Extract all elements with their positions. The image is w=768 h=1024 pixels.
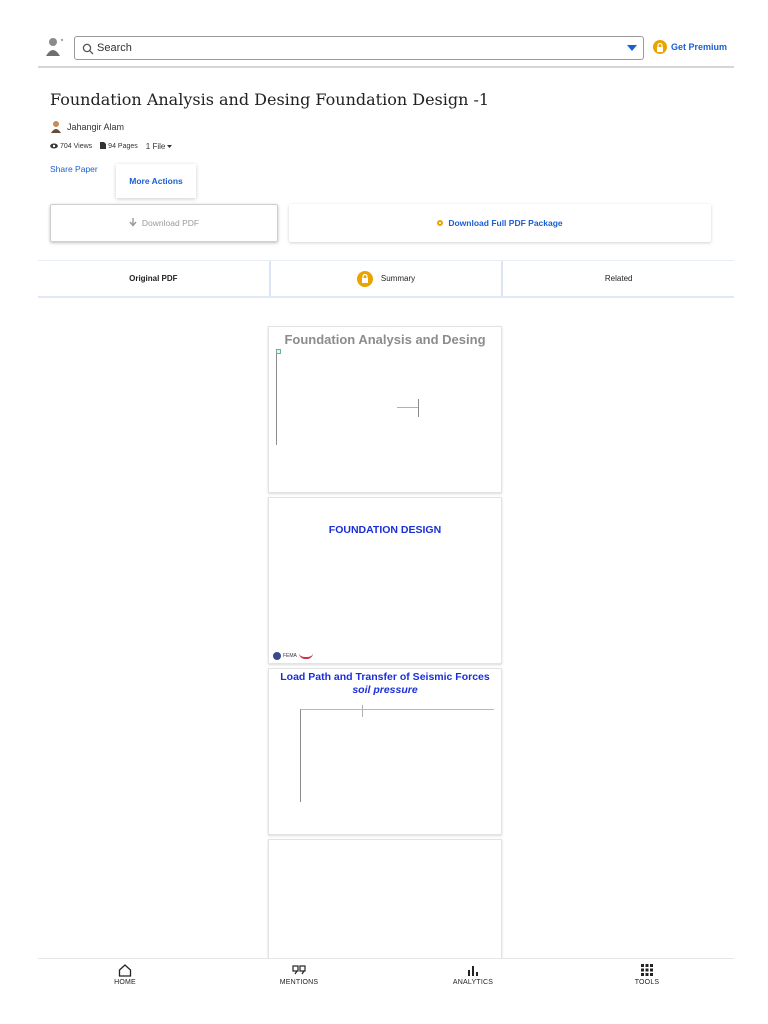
get-premium-button[interactable]: Get Premium (653, 40, 727, 54)
home-icon (118, 963, 132, 977)
search-input[interactable] (97, 39, 617, 57)
nav-analytics-label: ANALYTICS (452, 979, 494, 986)
broken-image-placeholder (300, 709, 494, 802)
page-mark (362, 705, 363, 717)
author-avatar (50, 120, 62, 133)
more-actions-button[interactable]: More Actions (116, 164, 196, 198)
download-full-package-button[interactable]: Download Full PDF Package (289, 204, 711, 242)
tab-summary-label: Summary (380, 274, 416, 283)
quote-icon (292, 963, 306, 977)
pdf-page-4[interactable] (268, 839, 502, 969)
nav-mentions-label: MENTIONS (279, 979, 319, 986)
share-paper-link[interactable]: Share Paper (50, 164, 98, 174)
lock-icon (356, 270, 373, 287)
caret-down-icon (167, 142, 173, 151)
nav-home[interactable]: HOME (38, 959, 212, 998)
top-bar: Get Premium (38, 30, 734, 68)
pdf-page-2[interactable]: FOUNDATION DESIGN FEMA (268, 497, 502, 664)
pages-count: 94 Pages (100, 142, 138, 151)
bar-chart-icon (466, 963, 480, 977)
pdf-page-3-heading: Load Path and Transfer of Seismic Forces (280, 671, 490, 683)
paper-meta: 704 Views 94 Pages 1 File (50, 142, 173, 151)
eye-icon (50, 143, 58, 151)
grid-icon (640, 963, 654, 977)
tab-original-pdf[interactable]: Original PDF (38, 261, 269, 296)
author-name[interactable]: Jahangir Alam (67, 122, 124, 132)
pdf-page-3-title: Load Path and Transfer of Seismic Forces… (269, 671, 501, 697)
swoosh-icon (298, 653, 313, 659)
download-pdf-label: Download PDF (141, 218, 200, 228)
pdf-page-3-subheading: soil pressure (352, 684, 418, 696)
page-mark (418, 399, 419, 417)
tab-related-label: Related (604, 274, 633, 283)
premium-dot-icon (437, 220, 444, 226)
nav-mentions[interactable]: MENTIONS (212, 959, 386, 998)
broken-image-placeholder (276, 349, 278, 445)
bottom-nav: HOME MENTIONS ANALYTICS TOOLS (38, 958, 734, 998)
files-dropdown[interactable]: 1 File (146, 142, 173, 151)
content-tabs: Original PDF Summary Related (38, 260, 734, 298)
fema-logo-text: FEMA (283, 653, 297, 659)
broken-image-icon (276, 349, 281, 354)
search-bar[interactable] (74, 36, 644, 60)
page-mark (397, 407, 419, 408)
nav-home-label: HOME (114, 979, 136, 986)
fema-logo: FEMA (273, 652, 313, 660)
download-pdf-button[interactable]: Download PDF (50, 204, 278, 242)
pdf-page-2-title: FOUNDATION DESIGN (328, 524, 442, 536)
download-package-label: Download Full PDF Package (448, 218, 563, 228)
author-row[interactable]: Jahangir Alam (50, 120, 124, 133)
tab-related[interactable]: Related (503, 261, 734, 296)
search-icon (82, 42, 94, 55)
document-icon (100, 142, 107, 151)
paper-title: Foundation Analysis and Desing Foundatio… (50, 90, 490, 109)
get-premium-label: Get Premium (671, 42, 728, 52)
pdf-page-1-title: Foundation Analysis and Desing (284, 332, 486, 347)
lock-icon (653, 40, 667, 54)
pdf-page-1[interactable]: Foundation Analysis and Desing (268, 326, 502, 493)
files-label: 1 File (145, 142, 166, 151)
nav-tools[interactable]: TOOLS (560, 959, 734, 998)
search-scope-dropdown-icon[interactable] (627, 45, 637, 51)
tab-original-pdf-label: Original PDF (129, 274, 178, 283)
seal-icon (273, 652, 281, 660)
tab-summary[interactable]: Summary (268, 261, 504, 296)
download-arrow-icon (129, 217, 137, 229)
pages-label: 94 Pages (108, 143, 138, 150)
user-avatar[interactable] (44, 36, 66, 58)
views-count: 704 Views (50, 143, 92, 151)
pdf-page-3[interactable]: Load Path and Transfer of Seismic Forces… (268, 668, 502, 835)
views-label: 704 Views (60, 143, 93, 150)
nav-analytics[interactable]: ANALYTICS (386, 959, 560, 998)
nav-tools-label: TOOLS (634, 979, 660, 986)
